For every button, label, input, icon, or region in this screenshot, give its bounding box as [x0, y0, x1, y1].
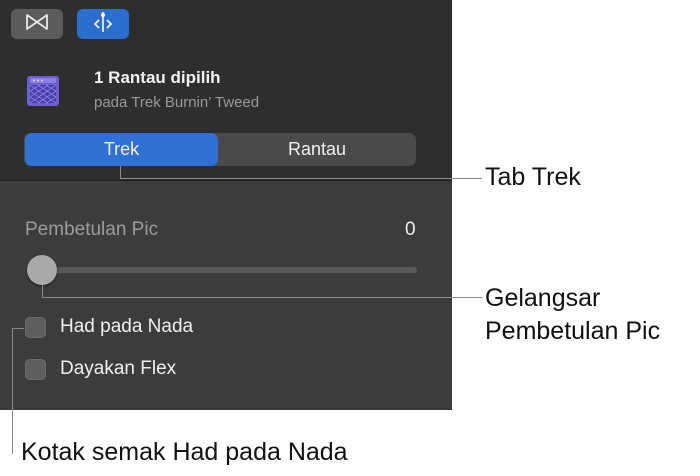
limit-to-key-row: Had pada Nada	[25, 316, 193, 338]
inspector-tab-control: Trek Rantau	[24, 133, 416, 166]
callout-slider-line1: Gelangsar	[485, 284, 601, 312]
pitch-correction-slider-track[interactable]	[42, 267, 417, 273]
enable-flex-row: Dayakan Flex	[25, 358, 176, 380]
editors-button[interactable]	[11, 9, 63, 39]
enable-flex-label: Dayakan Flex	[60, 358, 177, 379]
amp-region-icon	[26, 74, 60, 108]
callout-trek-tab: Tab Trek	[485, 163, 581, 191]
limit-to-key-label: Had pada Nada	[60, 316, 194, 337]
bowtie-icon	[24, 13, 50, 36]
region-inspector-panel: 1 Rantau dipilih pada Trek Burnin’ Tweed…	[0, 0, 452, 410]
callout-line-checkbox-horizontal	[12, 328, 24, 329]
smart-controls-button[interactable]	[77, 9, 129, 39]
callout-slider-line2: Pembetulan Pic	[485, 317, 661, 345]
tab-trek[interactable]: Trek	[25, 133, 218, 166]
scissors-cursor-icon	[91, 11, 115, 38]
callout-line-slider-horizontal	[42, 297, 482, 298]
enable-flex-checkbox[interactable]	[25, 358, 46, 380]
limit-to-key-checkbox[interactable]	[25, 316, 46, 338]
callout-line-checkbox-vertical	[12, 328, 13, 454]
region-subtitle: pada Trek Burnin’ Tweed	[94, 94, 260, 111]
pitch-correction-value: 0	[405, 219, 416, 240]
region-title: 1 Rantau dipilih	[94, 68, 221, 87]
tab-rantau[interactable]: Rantau	[220, 133, 414, 166]
callout-checkbox: Kotak semak Had pada Nada	[21, 438, 348, 466]
pitch-correction-label: Pembetulan Pic	[25, 219, 159, 240]
pitch-correction-slider-knob[interactable]	[27, 255, 57, 285]
callout-line-trek-horizontal	[120, 178, 482, 179]
